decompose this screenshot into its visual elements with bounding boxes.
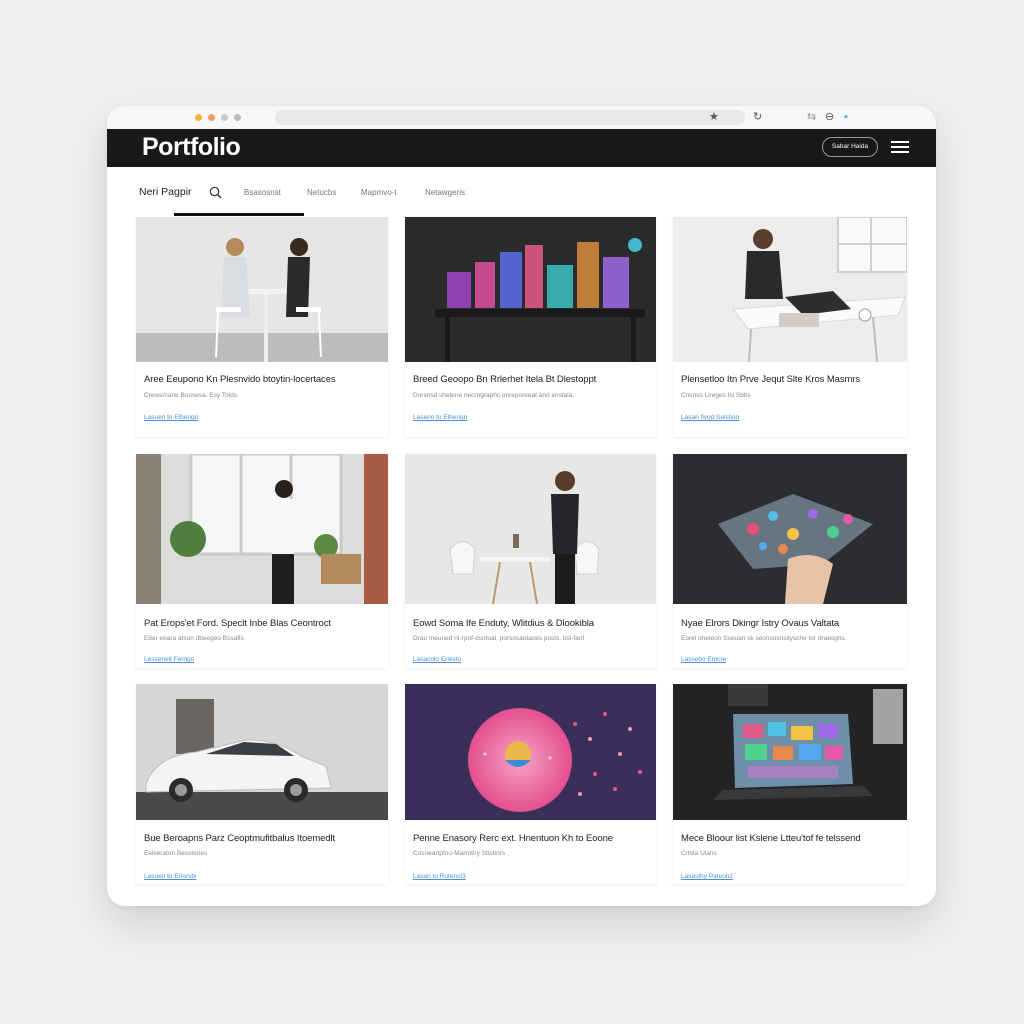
page-title[interactable]: Portfolio [142,133,241,162]
project-image[interactable] [673,684,907,820]
browser-window: ★ ↻ ⇆ ⊖ ▪ Portfolio Sabar Haida Neri Pag… [107,106,936,906]
project-card[interactable]: Eowd Soma Ife Enduty, Wlitdius & Dlookib… [405,454,656,668]
card-subtitle: Eber eeara atsun dbeegeo Bssafis [144,635,244,642]
project-card[interactable]: Bue Beroapns Parz Ceoptmufitbalus Itoeme… [136,684,388,884]
card-link[interactable]: Lasuen to Elherign [144,414,198,421]
address-bar[interactable] [275,110,745,125]
card-subtitle: Eelseraton Besstenes [144,850,208,857]
project-image[interactable] [136,684,388,820]
card-link[interactable]: Lasacolo Eriesto [413,656,461,663]
site-header: Portfolio Sabar Haida [107,129,936,167]
project-card[interactable]: Nyae Elrors Dkingr Istry Ovaus Valtata E… [673,454,907,668]
project-image[interactable] [673,454,907,604]
header-button[interactable]: Sabar Haida [822,137,878,157]
card-subtitle: Dorsnsd shetene necrngraphc onreporeeat … [413,392,575,399]
card-title: Pat Erops'et Ford. Speclt Inbe Blas Ceon… [144,618,331,629]
card-title: Mece Bloour list Kslene Ltteu'tof fe tel… [681,833,861,844]
tab-2[interactable]: Netucbs [307,188,336,197]
card-title: Aree Eeupono Kn Plesnvido btoytin-locert… [144,374,336,385]
link-icon[interactable]: ⇆ [807,109,816,125]
card-title: Nyae Elrors Dkingr Istry Ovaus Valtata [681,618,840,629]
window-dot-yellow[interactable] [195,114,202,121]
card-subtitle: Cosneartpfoo-Marrotiry Stisbors [413,850,506,857]
card-link[interactable]: Laseno to Elherign [413,414,467,421]
project-image[interactable] [405,684,656,820]
project-card[interactable]: Breed Geoopo Bn Rrlerhet Itela Bt Dlesto… [405,217,656,437]
card-subtitle: Cnsnss Lireges Isi Sbbs [681,392,751,399]
card-link[interactable]: Lasasthy Pateon2 [681,873,733,880]
tab-4[interactable]: Netawgeris [425,188,465,197]
project-card[interactable]: Mece Bloour list Kslene Ltteu'tof fe tel… [673,684,907,884]
card-subtitle: Crewsmane Boosesa. Esy Tolds [144,392,238,399]
card-link[interactable]: Lesseneit Ferngo [144,656,194,663]
reload-icon[interactable]: ↻ [753,109,762,125]
project-image[interactable] [136,454,388,604]
card-subtitle: Eorel oheteon Sseuan sk seonsosnsitysche… [681,635,847,642]
menu-icon[interactable] [891,141,909,155]
tab-1[interactable]: Bsasosnst [244,188,281,197]
tab-active[interactable]: Neri Pagpir [139,186,192,198]
project-image[interactable] [673,217,907,362]
card-title: Breed Geoopo Bn Rrlerhet Itela Bt Dlesto… [413,374,597,385]
card-link[interactable]: Lassebo Emcre [681,656,726,663]
card-title: Plensetloo Itn Prve Jequt Slte Kros Masm… [681,374,861,385]
project-image[interactable] [405,454,656,604]
window-dot-gray[interactable] [221,114,228,121]
account-icon[interactable]: ⊖ [825,109,834,125]
tab-3[interactable]: Mapmvo-t [361,188,397,197]
browser-toolbar: ★ ↻ ⇆ ⊖ ▪ [107,106,936,129]
card-link[interactable]: Lasan to Rotenst3 [413,873,466,880]
card-link[interactable]: Lasan fivod Selstion [681,414,739,421]
active-tab-indicator [174,213,304,216]
extension-icon[interactable]: ▪ [844,109,848,125]
card-title: Penne Enasory Rerc ext. Hnentuon Kh to E… [413,833,613,844]
search-icon[interactable] [209,186,222,199]
project-card[interactable]: Pat Erops'et Ford. Speclt Inbe Blas Ceon… [136,454,388,668]
window-dot-gray-2[interactable] [234,114,241,121]
project-card[interactable]: Plensetloo Itn Prve Jequt Slte Kros Masm… [673,217,907,437]
card-link[interactable]: Lasuen to Eriorsbi [144,873,196,880]
card-title: Bue Beroapns Parz Ceoptmufitbalus Itoeme… [144,833,336,844]
star-icon[interactable]: ★ [709,109,719,125]
project-image[interactable] [136,217,388,362]
card-subtitle: Drau meuned nt-rpof-dsotoal. porsosaotac… [413,635,585,642]
card-subtitle: Crtsta Ulans [681,850,717,857]
project-card[interactable]: Aree Eeupono Kn Plesnvido btoytin-locert… [136,217,388,437]
project-card[interactable]: Penne Enasory Rerc ext. Hnentuon Kh to E… [405,684,656,884]
card-title: Eowd Soma Ife Enduty, Wlitdius & Dlookib… [413,618,594,629]
window-dot-orange[interactable] [208,114,215,121]
project-image[interactable] [405,217,656,362]
